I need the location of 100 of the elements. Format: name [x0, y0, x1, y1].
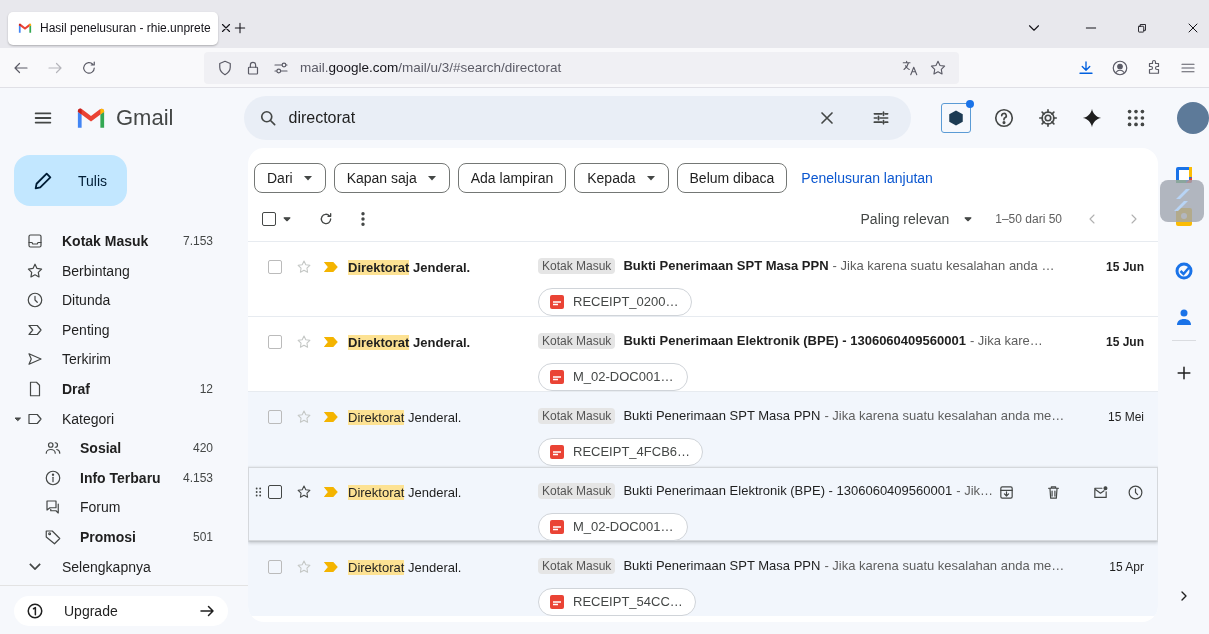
filter-chip[interactable]: Kapan saja	[333, 163, 450, 193]
archive-icon[interactable]	[998, 483, 1015, 501]
delete-icon[interactable]	[1045, 483, 1062, 501]
email-snippet: - Jik…	[956, 483, 994, 499]
email-row[interactable]: Direktorat Jenderal. Kotak Masuk Bukti Penerimaan Elektronik (BPE) - 1306060409560001 - Jik… M_02-DOC001…	[248, 466, 1158, 541]
hexagon-icon	[947, 109, 965, 127]
shield-icon	[216, 58, 234, 77]
nav-item[interactable]: Kategori	[0, 403, 240, 434]
nav-label: Penting	[62, 321, 111, 338]
nav-item[interactable]: Kotak Masuk 7.153	[0, 226, 240, 256]
filter-chip[interactable]: Dari	[254, 163, 326, 193]
refresh-icon[interactable]	[318, 211, 334, 227]
filter-chip[interactable]: Kepada	[574, 163, 669, 193]
search-field[interactable]: directorat	[288, 109, 807, 127]
bookmark-star-icon[interactable]	[929, 58, 947, 77]
nav-label: Ditunda	[62, 292, 112, 309]
email-row[interactable]: Direktorat Jenderal. Kotak Masuk Bukti Penerimaan SPT Masa PPN - Jika karena suatu kesalahan anda me… RECEIPT_4FCB6… 15 Mei	[248, 391, 1158, 466]
clock-icon	[26, 291, 44, 310]
star-icon[interactable]	[296, 559, 312, 575]
email-snippet: - Jika karena suatu kesalahan anda me…	[824, 558, 1065, 574]
star-icon[interactable]	[296, 334, 312, 350]
compose-button[interactable]: Tulis	[14, 155, 127, 207]
account-icon[interactable]	[1111, 58, 1129, 77]
attachment-chip[interactable]: RECEIPT_4FCB6…	[538, 437, 704, 466]
unread-count: 501	[192, 530, 213, 545]
nav-label: Terkirim	[62, 351, 112, 368]
download-icon[interactable]	[1077, 58, 1095, 77]
nav-item[interactable]: Berbintang	[0, 255, 240, 286]
nav-item[interactable]: Promosi 501	[0, 522, 240, 552]
chevron-down-icon	[29, 563, 41, 571]
filter-chip[interactable]: Ada lampiran	[457, 163, 567, 193]
more-button[interactable]: Selengkapnya	[0, 551, 240, 582]
nav-item[interactable]: Penting	[0, 315, 240, 345]
row-checkbox[interactable]	[268, 560, 282, 574]
translate-icon[interactable]	[901, 58, 919, 77]
star-icon[interactable]	[296, 484, 312, 500]
nav-item[interactable]: Ditunda	[0, 285, 240, 316]
important-marker-icon[interactable]	[324, 336, 338, 348]
reload-icon[interactable]	[80, 58, 98, 77]
row-checkbox[interactable]	[268, 485, 282, 499]
pdf-file-icon	[549, 518, 565, 535]
label-tag[interactable]: Kotak Masuk	[538, 332, 616, 349]
row-checkbox[interactable]	[268, 410, 282, 424]
new-tab-icon[interactable]	[232, 20, 248, 36]
gmail-logo-icon	[76, 106, 106, 130]
email-date: 15 Mei	[1107, 409, 1144, 426]
nav-label: Promosi	[80, 529, 137, 546]
label-tag[interactable]: Kotak Masuk	[538, 557, 616, 574]
star-icon[interactable]	[296, 409, 312, 425]
important-marker-icon[interactable]	[324, 261, 338, 273]
mark-unread-icon[interactable]	[1092, 483, 1109, 501]
attachment-chip[interactable]: RECEIPT_0200…	[538, 287, 692, 316]
unread-count: 7.153	[182, 234, 213, 249]
settings-icon[interactable]	[1037, 107, 1059, 129]
sender-name: Direktorat Jenderal.	[348, 259, 471, 275]
nav-item[interactable]: Sosial 420	[0, 433, 240, 464]
nav-label: Kotak Masuk	[62, 233, 150, 250]
nav-item[interactable]: Info Terbaru 4.153	[0, 463, 240, 493]
advanced-search-link[interactable]: Penelusuran lanjutan	[801, 170, 933, 186]
search-bar[interactable]: directorat	[244, 96, 911, 140]
nav-item[interactable]: Terkirim	[0, 344, 240, 375]
email-date: 15 Apr	[1109, 559, 1144, 576]
attachment-chip[interactable]: RECEIPT_54CC…	[538, 587, 696, 616]
restore-icon[interactable]	[1135, 21, 1149, 35]
row-checkbox[interactable]	[268, 260, 282, 274]
tasks-icon[interactable]	[1174, 262, 1193, 280]
pdf-file-icon	[549, 593, 565, 610]
help-icon[interactable]	[993, 107, 1015, 129]
attachment-chip[interactable]: M_02-DOC001…	[538, 512, 688, 541]
attachment-chip[interactable]: M_02-DOC001…	[538, 362, 688, 391]
filter-chip[interactable]: Belum dibaca	[676, 163, 788, 193]
sparkle-icon[interactable]	[1081, 107, 1103, 129]
snooze-icon[interactable]	[1127, 483, 1144, 501]
chat-icon	[44, 498, 62, 517]
row-checkbox[interactable]	[268, 335, 282, 349]
label-tag[interactable]: Kotak Masuk	[538, 257, 616, 274]
email-subject: Bukti Penerimaan Elektronik (BPE) - 1306060409560001	[623, 483, 953, 499]
nav-item[interactable]: Forum	[0, 492, 240, 523]
filter-icon[interactable]	[871, 108, 891, 128]
important-marker-icon[interactable]	[324, 486, 338, 498]
apps-icon[interactable]	[1125, 107, 1147, 129]
address-bar[interactable]: mail.google.com/mail/u/3/#search/directorat	[204, 51, 959, 84]
extension-button[interactable]	[941, 103, 971, 133]
important-marker-icon[interactable]	[324, 411, 338, 423]
upgrade-button[interactable]: Upgrade	[14, 596, 228, 626]
avatar[interactable]	[1177, 102, 1209, 134]
url-text: mail.google.com/mail/u/3/#search/directorat	[300, 60, 563, 75]
email-row[interactable]: Direktorat Jenderal. Kotak Masuk Bukti Penerimaan SPT Masa PPN - Jika karena suatu kesalahan anda me… RECEIPT_54CC… 15 Apr	[248, 541, 1158, 616]
contacts-icon[interactable]	[1175, 308, 1192, 326]
email-row[interactable]: Direktorat Jenderal. Kotak Masuk Bukti Penerimaan Elektronik (BPE) - 1306060409560001 - Jika kare… M_02-DOC001… 15 Jun	[248, 316, 1158, 391]
email-row[interactable]: Direktorat Jenderal. Kotak Masuk Bukti Penerimaan SPT Masa PPN - Jika karena suatu kesalahan anda … RECEIPT_0200… 15 Jun	[248, 241, 1158, 316]
label-tag[interactable]: Kotak Masuk	[538, 407, 616, 424]
label-tag[interactable]: Kotak Masuk	[538, 482, 616, 499]
sort-dropdown[interactable]: Paling relevan	[860, 211, 950, 227]
nav-item[interactable]: Draf 12	[0, 374, 240, 404]
important-marker-icon[interactable]	[324, 561, 338, 573]
select-all-checkbox[interactable]	[262, 212, 276, 226]
star-icon[interactable]	[296, 259, 312, 275]
page-range: 1–50 dari 50	[995, 212, 1062, 226]
notification-dot	[966, 100, 974, 108]
